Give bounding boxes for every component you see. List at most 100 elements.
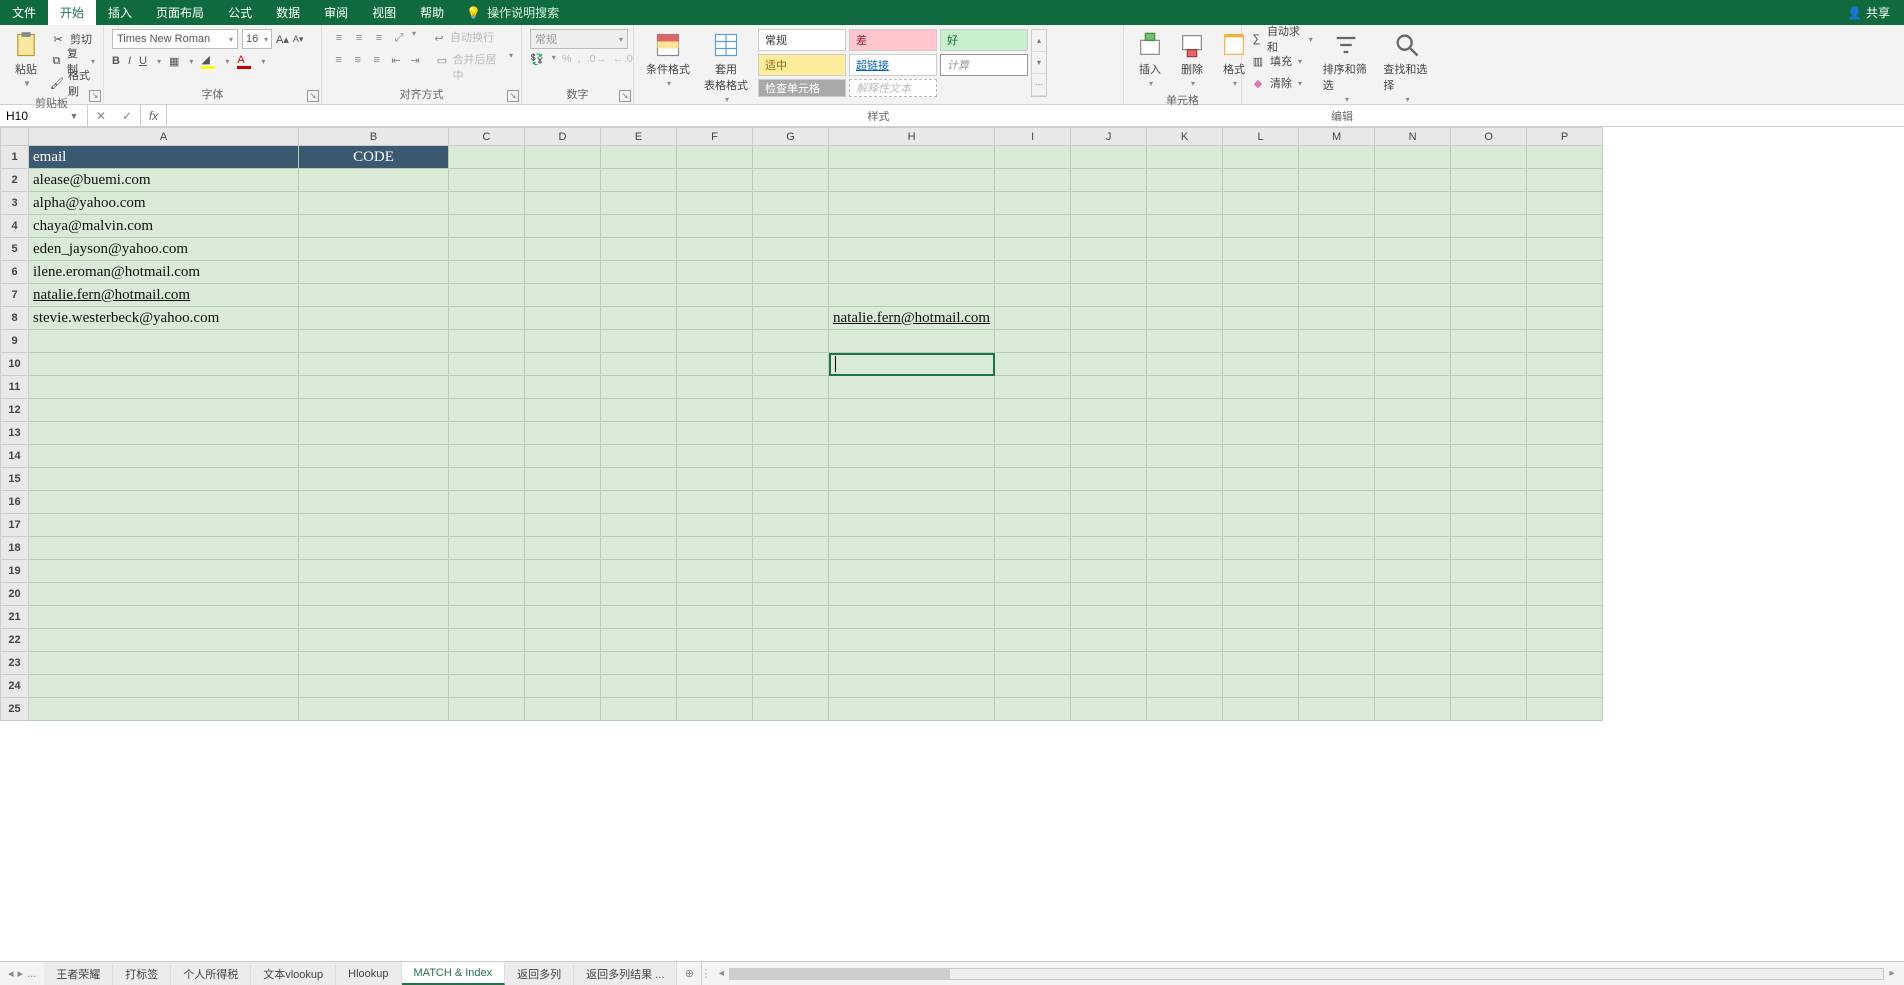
cell[interactable]	[1223, 307, 1299, 330]
cell[interactable]	[829, 468, 995, 491]
cell[interactable]	[601, 629, 677, 652]
cell[interactable]	[601, 169, 677, 192]
column-header[interactable]: H	[829, 128, 995, 146]
cell[interactable]	[1451, 353, 1527, 376]
cell[interactable]	[449, 307, 525, 330]
row-header[interactable]: 8	[1, 307, 29, 330]
cell[interactable]	[1223, 606, 1299, 629]
number-format-select[interactable]: 常规▾	[530, 29, 628, 49]
cell[interactable]	[601, 330, 677, 353]
cell[interactable]	[753, 192, 829, 215]
sheet-tab[interactable]: 返回多列结果 ...	[574, 962, 677, 985]
cell[interactable]	[1071, 468, 1147, 491]
cell[interactable]	[753, 146, 829, 169]
cell[interactable]	[1375, 698, 1451, 721]
cell[interactable]	[1451, 560, 1527, 583]
cell[interactable]	[1299, 514, 1375, 537]
cell[interactable]	[677, 399, 753, 422]
cell[interactable]	[1299, 468, 1375, 491]
cell[interactable]	[601, 675, 677, 698]
align-left-icon[interactable]: ≡	[330, 51, 347, 69]
cell[interactable]	[525, 330, 601, 353]
column-header[interactable]: C	[449, 128, 525, 146]
cell[interactable]	[829, 192, 995, 215]
row-header[interactable]: 19	[1, 560, 29, 583]
cell[interactable]	[753, 606, 829, 629]
row-header[interactable]: 4	[1, 215, 29, 238]
cell[interactable]	[1223, 376, 1299, 399]
cell[interactable]	[1375, 422, 1451, 445]
cell[interactable]	[753, 169, 829, 192]
cell[interactable]	[601, 583, 677, 606]
cell[interactable]	[1147, 330, 1223, 353]
cell[interactable]: ilene.eroman@hotmail.com	[29, 261, 299, 284]
cell[interactable]	[1071, 261, 1147, 284]
cell[interactable]	[525, 675, 601, 698]
cell[interactable]	[1071, 698, 1147, 721]
cell[interactable]	[1451, 238, 1527, 261]
cell[interactable]	[1147, 629, 1223, 652]
cell[interactable]	[1299, 307, 1375, 330]
cell[interactable]	[1375, 468, 1451, 491]
cell[interactable]	[1375, 261, 1451, 284]
cell[interactable]	[995, 376, 1071, 399]
percent-format-icon[interactable]: %	[562, 53, 572, 66]
cell[interactable]	[753, 514, 829, 537]
increase-indent-icon[interactable]: ⇥	[407, 51, 424, 69]
cell[interactable]	[1451, 537, 1527, 560]
cell[interactable]	[601, 399, 677, 422]
row-header[interactable]: 24	[1, 675, 29, 698]
cell[interactable]	[677, 491, 753, 514]
cell[interactable]	[601, 376, 677, 399]
cell[interactable]	[1071, 284, 1147, 307]
cell[interactable]	[1071, 560, 1147, 583]
cell[interactable]	[449, 238, 525, 261]
column-header[interactable]: D	[525, 128, 601, 146]
cell[interactable]	[1527, 698, 1603, 721]
cell[interactable]	[677, 698, 753, 721]
cell[interactable]	[1147, 215, 1223, 238]
cell[interactable]	[1223, 284, 1299, 307]
cell[interactable]	[299, 445, 449, 468]
sort-filter-button[interactable]: 排序和筛选▾	[1319, 29, 1374, 106]
cell[interactable]	[1147, 353, 1223, 376]
cell[interactable]: alpha@yahoo.com	[29, 192, 299, 215]
cell[interactable]	[1527, 399, 1603, 422]
cell[interactable]	[1299, 238, 1375, 261]
cell[interactable]	[299, 606, 449, 629]
cell[interactable]	[1375, 146, 1451, 169]
cell[interactable]	[1071, 399, 1147, 422]
cell[interactable]	[1147, 606, 1223, 629]
cell[interactable]	[1375, 215, 1451, 238]
cell[interactable]	[1451, 399, 1527, 422]
cell[interactable]	[1071, 192, 1147, 215]
cell[interactable]	[525, 353, 601, 376]
cell[interactable]	[299, 491, 449, 514]
cell[interactable]	[1299, 698, 1375, 721]
cell[interactable]	[1147, 261, 1223, 284]
cell[interactable]	[29, 330, 299, 353]
cell[interactable]	[525, 698, 601, 721]
cell[interactable]	[1223, 514, 1299, 537]
add-sheet-button[interactable]: ⊕	[677, 962, 701, 985]
cell-styles-gallery[interactable]: 常规 差 好 适中 超链接 计算 检查单元格 解释性文本	[758, 29, 1028, 97]
row-header[interactable]: 12	[1, 399, 29, 422]
menu-view[interactable]: 视图	[360, 0, 408, 25]
cell[interactable]	[995, 560, 1071, 583]
cell[interactable]	[677, 514, 753, 537]
style-good[interactable]: 好	[940, 29, 1028, 51]
column-header[interactable]: M	[1299, 128, 1375, 146]
menu-formulas[interactable]: 公式	[216, 0, 264, 25]
cell[interactable]	[1223, 399, 1299, 422]
cell[interactable]	[1147, 445, 1223, 468]
cell[interactable]	[525, 537, 601, 560]
cell[interactable]	[1147, 307, 1223, 330]
cell[interactable]	[1071, 353, 1147, 376]
cell[interactable]	[995, 215, 1071, 238]
row-header[interactable]: 25	[1, 698, 29, 721]
cell[interactable]: alease@buemi.com	[29, 169, 299, 192]
fx-icon[interactable]: fx	[141, 105, 167, 126]
cell[interactable]	[449, 675, 525, 698]
cell[interactable]	[829, 491, 995, 514]
cell[interactable]	[1147, 238, 1223, 261]
